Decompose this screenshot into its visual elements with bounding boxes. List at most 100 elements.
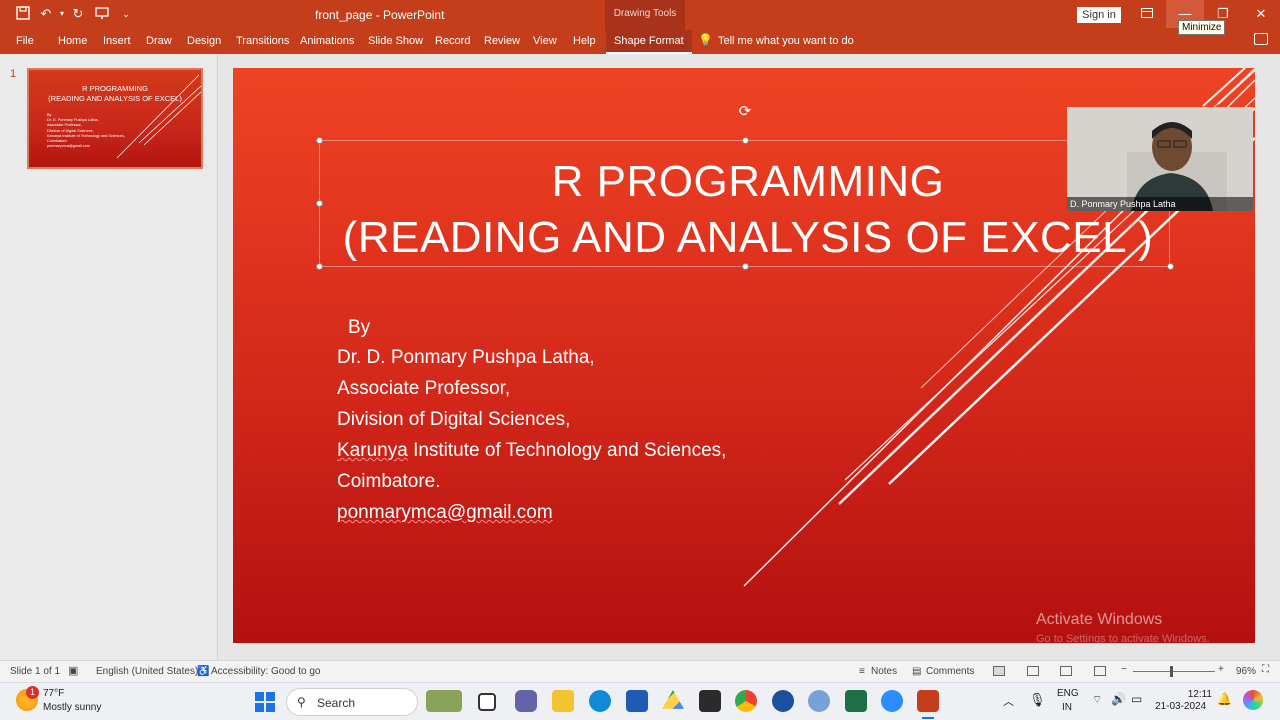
tab-insert[interactable]: Insert bbox=[103, 35, 131, 47]
search-placeholder: Search bbox=[317, 696, 356, 710]
slide-title-line2: (READING AND ANALYSIS OF EXCEL ) bbox=[342, 213, 1154, 262]
start-windows-icon[interactable] bbox=[255, 692, 275, 715]
language-eng[interactable]: ENG bbox=[1057, 688, 1079, 699]
resize-handle-tl[interactable] bbox=[316, 137, 323, 144]
comments-button[interactable]: Comments bbox=[926, 666, 974, 677]
drawing-tools-label: Drawing Tools bbox=[605, 0, 685, 30]
file-explorer-icon[interactable] bbox=[552, 690, 574, 712]
author-division: Division of Digital Sciences, bbox=[337, 409, 571, 430]
zoom-level[interactable]: 96% bbox=[1236, 666, 1256, 677]
language-in[interactable]: IN bbox=[1062, 702, 1072, 713]
weather-description[interactable]: Mostly sunny bbox=[43, 702, 101, 713]
notes-icon[interactable]: ≡ bbox=[859, 666, 865, 677]
slide-thumbnail-pane: 1 R PROGRAMMING (READING AND ANALYSIS OF… bbox=[0, 54, 218, 660]
zoom-in-icon[interactable]: + bbox=[1218, 664, 1224, 675]
tab-shape-format[interactable]: Shape Format bbox=[606, 30, 692, 54]
slide-title[interactable]: R PROGRAMMING (READING AND ANALYSIS OF E… bbox=[328, 154, 1168, 266]
clock-date[interactable]: 21-03-2024 bbox=[1155, 701, 1206, 712]
taskbar-search-box[interactable]: ⚲ Search bbox=[286, 688, 418, 716]
sticky-notes-icon[interactable] bbox=[699, 690, 721, 712]
excel-icon[interactable] bbox=[845, 690, 867, 712]
tab-slide-show[interactable]: Slide Show bbox=[368, 35, 423, 47]
zoom-slider-track[interactable] bbox=[1133, 671, 1215, 672]
author-name: Dr. D. Ponmary Pushpa Latha, bbox=[337, 347, 595, 368]
zoom-slider-thumb[interactable] bbox=[1170, 666, 1173, 677]
tab-record[interactable]: Record bbox=[435, 35, 470, 47]
tab-transitions[interactable]: Transitions bbox=[236, 35, 289, 47]
slide-title-line1: R PROGRAMMING bbox=[551, 157, 945, 206]
r-studio-icon[interactable] bbox=[808, 690, 830, 712]
tab-animations[interactable]: Animations bbox=[300, 35, 354, 47]
resize-handle-left[interactable] bbox=[316, 200, 323, 207]
chrome-icon[interactable] bbox=[735, 690, 757, 712]
tab-home[interactable]: Home bbox=[58, 35, 87, 47]
microsoft-store-icon[interactable] bbox=[626, 690, 648, 712]
redo-icon[interactable]: ↻ bbox=[70, 6, 86, 22]
tab-view[interactable]: View bbox=[533, 35, 557, 47]
teams-chat-icon[interactable] bbox=[515, 690, 537, 712]
volume-icon[interactable]: 🔊 bbox=[1111, 692, 1126, 706]
language-status[interactable]: English (United States) bbox=[96, 666, 198, 677]
comments-status-icon[interactable]: ▤ bbox=[912, 666, 921, 677]
tab-file[interactable]: File bbox=[16, 35, 34, 47]
spellcheck-icon[interactable]: ▣ bbox=[68, 664, 78, 677]
show-hidden-icons-chevron-icon[interactable]: ︿ bbox=[1003, 693, 1014, 709]
weather-temperature[interactable]: 77°F bbox=[43, 688, 64, 699]
reading-view-icon[interactable] bbox=[1060, 666, 1072, 676]
document-title: front_page - PowerPoint bbox=[315, 8, 445, 22]
powerpoint-icon[interactable] bbox=[917, 690, 939, 712]
minimize-tooltip: Minimize bbox=[1178, 20, 1226, 35]
slide-thumbnail[interactable]: R PROGRAMMING (READING AND ANALYSIS OF E… bbox=[27, 68, 203, 169]
present-icon[interactable] bbox=[94, 6, 110, 22]
battery-icon[interactable]: ▭ bbox=[1131, 692, 1142, 706]
news-widget-icon[interactable] bbox=[426, 690, 462, 712]
author-email: ponmarymca@gmail.com bbox=[337, 502, 553, 523]
edge-browser-icon[interactable] bbox=[589, 690, 611, 712]
title-bar: ↶ ▾ ↻ ⌄ front_page - PowerPoint Drawing … bbox=[0, 0, 1280, 35]
zoom-app-icon[interactable] bbox=[881, 690, 903, 712]
undo-dropdown-icon[interactable]: ▾ bbox=[54, 6, 70, 22]
person-avatar bbox=[1067, 107, 1253, 211]
save-icon[interactable] bbox=[15, 6, 31, 22]
ribbon-tabs: File Home Insert Draw Design Transitions… bbox=[0, 30, 1280, 54]
tell-me-search[interactable]: Tell me what you want to do bbox=[718, 35, 854, 47]
tab-review[interactable]: Review bbox=[484, 35, 520, 47]
institute-name-misspelled: Karunya bbox=[337, 440, 408, 461]
institute-name-rest: Institute of Technology and Sciences, bbox=[413, 440, 727, 461]
zoom-out-icon[interactable]: − bbox=[1121, 664, 1127, 675]
copilot-icon[interactable] bbox=[1243, 690, 1263, 710]
pen-app-icon[interactable] bbox=[772, 690, 794, 712]
resize-handle-top[interactable] bbox=[742, 137, 749, 144]
rotate-handle-icon[interactable]: ⟳ bbox=[737, 104, 753, 120]
author-city: Coimbatore. bbox=[337, 471, 441, 492]
customize-qat-icon[interactable]: ⌄ bbox=[118, 6, 134, 22]
clock-time[interactable]: 12:11 bbox=[1186, 688, 1212, 701]
normal-view-icon[interactable] bbox=[993, 666, 1005, 676]
sign-in-button[interactable]: Sign in bbox=[1077, 7, 1121, 23]
slideshow-view-icon[interactable] bbox=[1094, 666, 1106, 676]
tab-help[interactable]: Help bbox=[573, 35, 596, 47]
resize-handle-br[interactable] bbox=[1167, 263, 1174, 270]
undo-icon[interactable]: ↶ bbox=[38, 6, 54, 22]
notification-bell-icon[interactable]: 🔔 bbox=[1217, 692, 1232, 706]
notes-button[interactable]: Notes bbox=[871, 666, 897, 677]
slide-sorter-icon[interactable] bbox=[1027, 666, 1039, 676]
slide-number: 1 bbox=[10, 68, 17, 80]
google-drive-icon[interactable] bbox=[662, 690, 684, 709]
tab-design[interactable]: Design bbox=[187, 35, 221, 47]
accessibility-icon[interactable]: ♿ bbox=[197, 666, 209, 677]
close-button[interactable]: ✕ bbox=[1242, 0, 1280, 28]
microphone-icon[interactable]: 🎙 bbox=[1029, 692, 1046, 708]
windows-taskbar: 1 77°F Mostly sunny ⚲ Search ︿ 🎙 ENG IN … bbox=[0, 682, 1280, 720]
activate-windows-subtitle: Go to Settings to activate Windows. bbox=[1036, 633, 1210, 643]
lightbulb-icon: 💡 bbox=[698, 33, 713, 47]
tab-draw[interactable]: Draw bbox=[146, 35, 172, 47]
author-title: Associate Professor, bbox=[337, 378, 511, 399]
ribbon-display-icon[interactable] bbox=[1128, 0, 1166, 28]
wifi-icon[interactable]: ⌔ bbox=[1092, 693, 1102, 707]
fit-to-window-icon[interactable]: ⛶ bbox=[1262, 664, 1269, 675]
comments-icon[interactable] bbox=[1254, 33, 1268, 45]
resize-handle-bl[interactable] bbox=[316, 263, 323, 270]
task-view-icon[interactable] bbox=[478, 693, 496, 711]
accessibility-status[interactable]: Accessibility: Good to go bbox=[211, 666, 321, 677]
